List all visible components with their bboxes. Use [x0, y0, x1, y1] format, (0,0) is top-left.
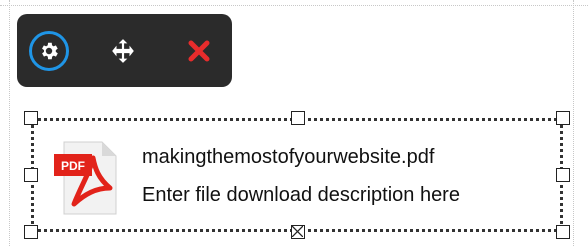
- resize-handle-left[interactable]: [24, 168, 38, 182]
- resize-handle-top-left[interactable]: [24, 111, 38, 125]
- resize-handle-bottom[interactable]: [291, 225, 305, 239]
- close-icon: [188, 40, 210, 62]
- handle-cross-icon: [292, 226, 303, 237]
- pdf-file-icon: PDF: [54, 141, 117, 215]
- pdf-badge-label: PDF: [61, 159, 85, 173]
- settings-button[interactable]: [27, 29, 71, 73]
- resize-handle-top[interactable]: [291, 111, 305, 125]
- canvas-guide-top: [0, 5, 588, 6]
- resize-handle-bottom-right[interactable]: [556, 225, 570, 239]
- gear-icon: [42, 42, 58, 60]
- file-description[interactable]: Enter file download description here: [142, 184, 460, 207]
- move-arrows-icon: [112, 39, 134, 63]
- move-button[interactable]: [101, 29, 145, 73]
- resize-handle-bottom-left[interactable]: [24, 225, 38, 239]
- settings-ring: [29, 31, 69, 71]
- delete-button[interactable]: [177, 29, 221, 73]
- canvas-guide-right: [573, 0, 574, 246]
- resize-handle-right[interactable]: [556, 168, 570, 182]
- resize-handle-top-right[interactable]: [556, 111, 570, 125]
- element-toolbar: [17, 14, 232, 87]
- canvas-guide-left: [9, 0, 10, 246]
- file-name-link[interactable]: makingthemostofyourwebsite.pdf: [142, 146, 434, 169]
